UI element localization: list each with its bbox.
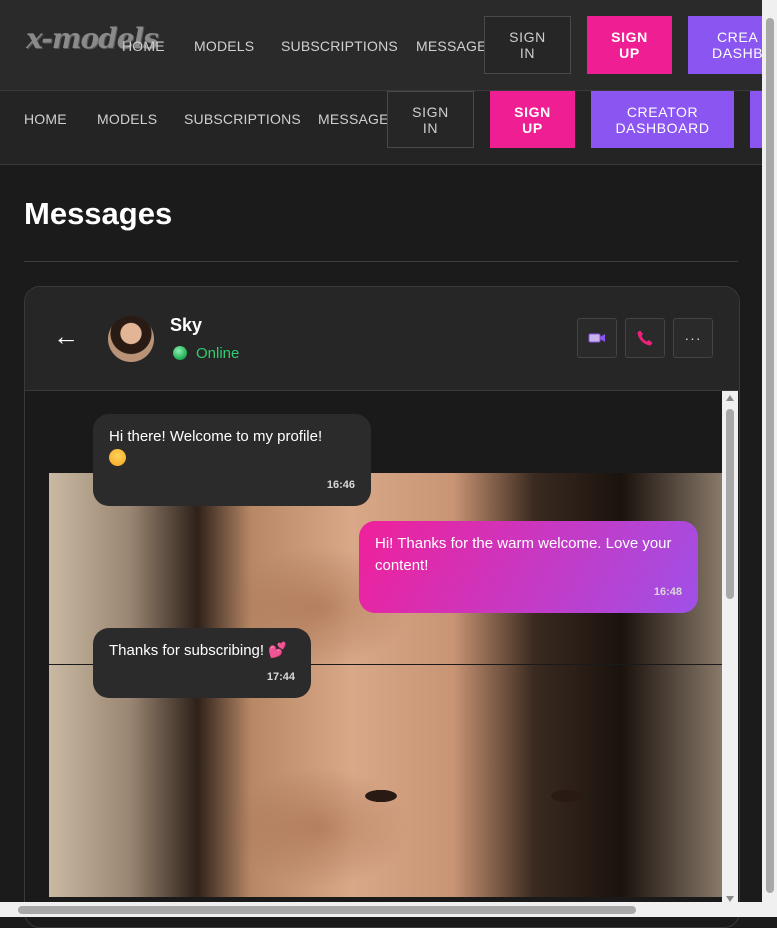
video-camera-icon bbox=[588, 333, 605, 343]
title-divider bbox=[24, 261, 738, 262]
chat-panel: ← Sky Online ··· Hi there! Welcome to my… bbox=[24, 286, 740, 928]
message-text: Thanks for subscribing! 💕 bbox=[109, 640, 295, 662]
more-options-button[interactable]: ··· bbox=[673, 318, 713, 358]
nav-subscriptions[interactable]: SUBSCRIPTIONS bbox=[281, 38, 398, 54]
nav2-overflow-button[interactable] bbox=[750, 91, 762, 148]
avatar[interactable] bbox=[108, 316, 154, 362]
page-horizontal-scroll-thumb[interactable] bbox=[18, 906, 636, 914]
photo-detail bbox=[318, 785, 629, 807]
scroll-up-arrow-icon[interactable] bbox=[726, 395, 734, 401]
chat-scrollbar[interactable] bbox=[722, 391, 738, 906]
creator-dashboard-button[interactable]: CREA DASHB bbox=[688, 16, 762, 74]
voice-call-button[interactable] bbox=[625, 318, 665, 358]
nav2-creator-dashboard-button[interactable]: CREATOR DASHBOARD bbox=[591, 91, 734, 148]
contact-name: Sky bbox=[170, 315, 203, 335]
page-title: Messages bbox=[24, 196, 173, 231]
back-arrow-icon[interactable]: ← bbox=[53, 321, 79, 352]
message-bubble-incoming: Hi there! Welcome to my profile! 16:46 bbox=[93, 414, 371, 506]
top-bar: x-models HOME MODELS SUBSCRIPTIONS MESSA… bbox=[0, 0, 762, 91]
message-text: Hi! Thanks for the warm welcome. Love yo… bbox=[375, 535, 672, 574]
message-bubble-incoming: Thanks for subscribing! 💕 17:44 bbox=[93, 628, 311, 698]
message-text: Hi there! Welcome to my profile! bbox=[109, 426, 355, 470]
video-call-button[interactable] bbox=[577, 318, 617, 358]
contact-status: Online bbox=[196, 345, 240, 362]
sign-in-button[interactable]: SIGN IN bbox=[484, 16, 571, 74]
smiling-face-icon bbox=[109, 449, 126, 466]
chat-scroll-thumb[interactable] bbox=[726, 409, 734, 599]
page-horizontal-scrollbar[interactable] bbox=[0, 902, 762, 917]
more-icon: ··· bbox=[684, 330, 702, 346]
online-status-icon bbox=[173, 346, 187, 360]
nav-home[interactable]: HOME bbox=[122, 38, 165, 54]
page-vertical-scrollbar[interactable] bbox=[762, 0, 777, 917]
chat-header: ← Sky Online ··· bbox=[25, 287, 739, 391]
nav2-models[interactable]: MODELS bbox=[97, 111, 157, 127]
nav2-home[interactable]: HOME bbox=[24, 111, 67, 127]
nav2-sign-up-button[interactable]: SIGN UP bbox=[490, 91, 575, 148]
nav-models[interactable]: MODELS bbox=[194, 38, 254, 54]
shared-photo[interactable] bbox=[49, 665, 723, 897]
nav2-sign-in-button[interactable]: SIGN IN bbox=[387, 91, 474, 148]
two-hearts-icon: 💕 bbox=[268, 642, 287, 659]
page-vertical-scroll-thumb[interactable] bbox=[766, 18, 774, 893]
secondary-nav: HOME MODELS SUBSCRIPTIONS MESSAGES SIGN … bbox=[0, 91, 762, 165]
message-bubble-outgoing: Hi! Thanks for the warm welcome. Love yo… bbox=[359, 521, 698, 613]
sign-up-button[interactable]: SIGN UP bbox=[587, 16, 672, 74]
message-time: 16:46 bbox=[326, 479, 355, 491]
message-time: 16:48 bbox=[653, 586, 682, 598]
message-time: 17:44 bbox=[266, 671, 295, 683]
nav2-subscriptions[interactable]: SUBSCRIPTIONS bbox=[184, 111, 301, 127]
phone-icon bbox=[637, 330, 653, 346]
